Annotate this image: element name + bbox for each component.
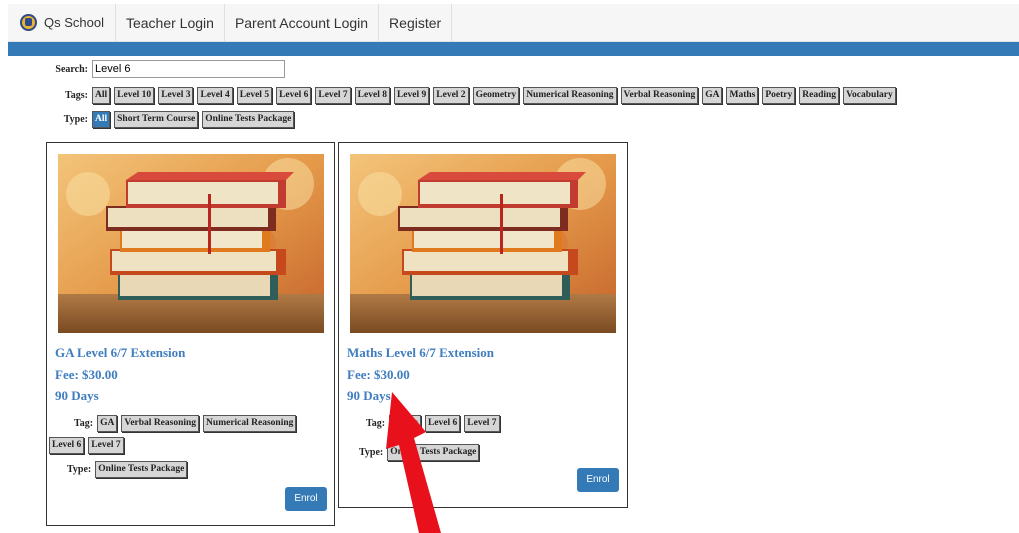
tag-filter-level-2[interactable]: Level 2 bbox=[433, 87, 469, 104]
tag-label: Tag: bbox=[366, 418, 386, 429]
tag-filter-level-9[interactable]: Level 9 bbox=[393, 87, 430, 104]
course-tag-verbal-reasoning[interactable]: Verbal Reasoning bbox=[121, 415, 200, 432]
tag-filter-maths[interactable]: Maths bbox=[726, 87, 759, 104]
course-fee: Fee: $30.00 bbox=[55, 367, 118, 382]
tag-filter-level-3[interactable]: Level 3 bbox=[158, 87, 194, 104]
tags-label: Tags: bbox=[65, 90, 88, 101]
tag-filter-level-8[interactable]: Level 8 bbox=[354, 87, 390, 104]
course-tag-row: Tag: Maths Level 6 Level 7 bbox=[366, 415, 504, 432]
type-filter-row: Type: All Short Term Course Online Tests… bbox=[8, 111, 298, 128]
course-duration: 90 Days bbox=[55, 388, 99, 403]
tags-filter-row: Tags: All Level 10 Level 3 Level 4 Level… bbox=[8, 87, 900, 104]
course-tag-level-6[interactable]: Level 6 bbox=[49, 437, 85, 454]
header-accent-bar bbox=[8, 42, 1019, 56]
course-tag-row-2: Level 6 Level 7 bbox=[49, 437, 128, 454]
type-label: Type: bbox=[359, 447, 384, 458]
course-title[interactable]: GA Level 6/7 Extension bbox=[55, 345, 185, 361]
tag-label: Tag: bbox=[74, 418, 94, 429]
course-tag-level-7[interactable]: Level 7 bbox=[464, 415, 500, 432]
school-logo-icon bbox=[20, 14, 37, 31]
tag-filter-poetry[interactable]: Poetry bbox=[762, 87, 796, 104]
tag-filter-ga[interactable]: GA bbox=[702, 87, 723, 104]
type-label: Type: bbox=[67, 464, 92, 475]
course-tag-maths[interactable]: Maths bbox=[389, 415, 421, 432]
tag-filter-level-10[interactable]: Level 10 bbox=[114, 87, 155, 104]
search-input[interactable] bbox=[92, 60, 285, 78]
course-duration: 90 Days bbox=[347, 388, 391, 403]
course-type-row: Type: Online Tests Package bbox=[359, 444, 483, 461]
books-illustration bbox=[350, 154, 616, 333]
tag-filter-reading[interactable]: Reading bbox=[799, 87, 840, 104]
course-fee: Fee: $30.00 bbox=[347, 367, 410, 382]
course-tag-row: Tag: GA Verbal Reasoning Numerical Reaso… bbox=[74, 415, 300, 432]
course-type-badge[interactable]: Online Tests Package bbox=[95, 461, 188, 478]
top-navbar: Qs School Teacher Login Parent Account L… bbox=[8, 4, 1019, 42]
course-tag-level-6[interactable]: Level 6 bbox=[424, 415, 461, 432]
enrol-button[interactable]: Enrol bbox=[285, 487, 327, 511]
brand-link[interactable]: Qs School bbox=[8, 4, 116, 41]
type-filter-all[interactable]: All bbox=[92, 111, 111, 128]
type-filter-short-term-course[interactable]: Short Term Course bbox=[114, 111, 199, 128]
type-label: Type: bbox=[63, 114, 88, 125]
course-image bbox=[350, 154, 616, 333]
tag-filter-verbal-reasoning[interactable]: Verbal Reasoning bbox=[620, 87, 699, 104]
course-image bbox=[58, 154, 324, 333]
register-link[interactable]: Register bbox=[379, 4, 453, 41]
course-card: GA Level 6/7 Extension Fee: $30.00 90 Da… bbox=[46, 142, 335, 526]
tag-filter-level-7[interactable]: Level 7 bbox=[315, 87, 351, 104]
course-tag-numerical-reasoning[interactable]: Numerical Reasoning bbox=[203, 415, 297, 432]
tag-filter-numerical-reasoning[interactable]: Numerical Reasoning bbox=[523, 87, 617, 104]
tag-filter-level-6[interactable]: Level 6 bbox=[276, 87, 312, 104]
course-type-row: Type: Online Tests Package bbox=[67, 461, 191, 478]
course-title[interactable]: Maths Level 6/7 Extension bbox=[347, 345, 494, 361]
tag-filter-geometry[interactable]: Geometry bbox=[472, 87, 520, 104]
course-card: Maths Level 6/7 Extension Fee: $30.00 90… bbox=[338, 142, 628, 508]
course-type-badge[interactable]: Online Tests Package bbox=[387, 444, 480, 461]
search-row: Search: bbox=[8, 60, 285, 78]
teacher-login-link[interactable]: Teacher Login bbox=[116, 4, 225, 41]
tag-filter-level-4[interactable]: Level 4 bbox=[197, 87, 233, 104]
course-tag-ga[interactable]: GA bbox=[97, 415, 118, 432]
tag-filter-level-5[interactable]: Level 5 bbox=[236, 87, 273, 104]
enrol-button[interactable]: Enrol bbox=[577, 468, 619, 492]
course-tag-level-7[interactable]: Level 7 bbox=[88, 437, 124, 454]
tag-filter-all[interactable]: All bbox=[92, 87, 111, 104]
type-filter-online-tests-package[interactable]: Online Tests Package bbox=[202, 111, 295, 128]
books-illustration bbox=[58, 154, 324, 333]
search-label: Search: bbox=[55, 63, 88, 75]
tag-filter-vocabulary[interactable]: Vocabulary bbox=[843, 87, 896, 104]
brand-name: Qs School bbox=[44, 15, 104, 30]
parent-account-login-link[interactable]: Parent Account Login bbox=[225, 4, 380, 41]
